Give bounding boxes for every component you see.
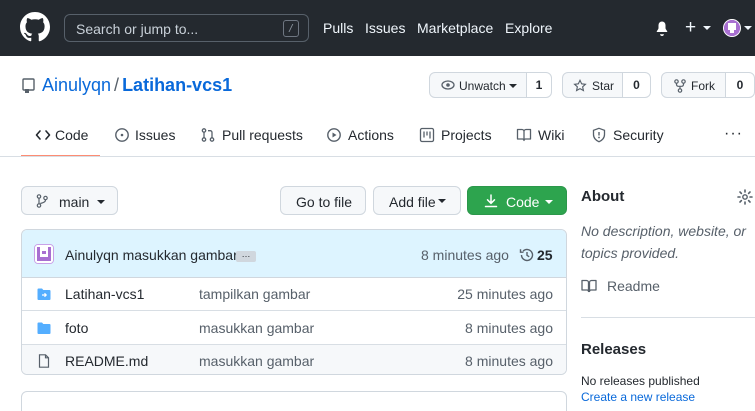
repo-breadcrumb: Ainulyqn / Latihan-vcs1 [42,75,232,96]
repo-name-link[interactable]: Latihan-vcs1 [122,75,232,95]
releases-heading[interactable]: Releases [581,341,646,358]
add-file-button[interactable]: Add file [373,186,461,215]
tab-wiki[interactable]: Wiki [538,127,564,143]
file-commit-message[interactable]: masukkan gambar [199,320,314,336]
file-icon [38,354,50,368]
fork-icon [674,79,686,93]
fork-label: Fork [691,79,715,93]
search-shortcut-key: / [283,20,299,37]
code-icon [35,130,51,140]
folder-icon [37,322,51,334]
tab-projects[interactable]: Projects [441,127,492,143]
nav-issues[interactable]: Issues [365,20,405,36]
chevron-down-icon [97,200,105,204]
create-release-link[interactable]: Create a new release [581,390,695,404]
file-commit-message[interactable]: tampilkan gambar [199,286,310,302]
identicon-icon [724,20,740,36]
about-description: No description, website, or topics provi… [581,223,746,261]
go-to-file-button[interactable]: Go to file [280,186,366,215]
file-commit-time: 8 minutes ago [465,353,553,369]
star-icon [573,79,587,92]
file-row[interactable]: foto masukkan gambar 8 minutes ago [22,312,566,345]
tabs-divider [0,156,755,157]
eye-icon [441,80,455,90]
file-name-link[interactable]: Latihan-vcs1 [65,286,144,302]
global-header: Search or jump to... / Pulls Issues Mark… [0,0,755,56]
commit-message[interactable]: masukkan gambar [123,247,238,263]
create-new-icon[interactable]: + [685,18,696,37]
commit-author-avatar[interactable] [34,244,54,264]
sidebar-divider [581,317,755,318]
user-avatar[interactable] [723,19,741,37]
search-input[interactable]: Search or jump to... / [64,14,309,42]
star-button[interactable]: Star [562,72,623,98]
chevron-down-icon [703,26,711,30]
shield-icon [592,127,606,143]
repo-owner-link[interactable]: Ainulyqn [42,75,111,95]
star-label: Star [592,79,615,93]
file-list: Ainulyqn masukkan gambar … 8 minutes ago… [21,229,567,375]
go-to-file-label: Go to file [296,194,353,210]
commit-summary[interactable]: Ainulyqn masukkan gambar [65,247,238,263]
tab-actions[interactable]: Actions [348,127,394,143]
book-icon [516,128,532,142]
file-commit-time: 8 minutes ago [465,320,553,336]
file-name-link[interactable]: foto [65,320,88,336]
about-heading: About [581,188,625,205]
file-name-link[interactable]: README.md [65,353,148,369]
tab-issues[interactable]: Issues [135,127,175,143]
bell-icon[interactable] [654,20,670,36]
github-logo-icon[interactable] [20,12,50,42]
file-commit-time: 25 minutes ago [457,286,553,302]
nav-marketplace[interactable]: Marketplace [417,20,493,36]
file-row[interactable]: Latihan-vcs1 tampilkan gambar 25 minutes… [22,278,566,311]
avatar-chevron-down-icon [744,26,752,30]
branch-name: main [59,194,90,210]
tab-code[interactable]: Code [55,127,88,143]
pull-request-icon [201,128,215,142]
readme-panel [21,391,567,411]
fork-count[interactable]: 0 [725,72,755,98]
star-count[interactable]: 0 [622,72,651,98]
nav-pulls[interactable]: Pulls [323,20,353,36]
submodule-icon [37,288,51,300]
commit-author-name[interactable]: Ainulyqn [65,247,119,263]
add-file-label: Add file [389,194,436,210]
repo-separator: / [114,75,120,95]
commit-expand-button[interactable]: … [236,250,256,262]
readme-link[interactable]: Readme [607,278,660,294]
issue-icon [115,128,129,142]
branch-select-button[interactable]: main [21,186,118,215]
play-icon [327,128,341,142]
nav-explore[interactable]: Explore [505,20,552,36]
unwatch-label: Unwatch [459,79,506,93]
latest-commit-bar: Ainulyqn masukkan gambar … 8 minutes ago… [22,230,566,278]
code-download-button[interactable]: Code [467,186,567,215]
more-tabs-icon[interactable]: ··· [724,125,743,143]
commit-count[interactable]: 25 [537,247,553,263]
repo-icon [22,78,35,93]
code-button-label: Code [506,194,540,210]
file-commit-message[interactable]: masukkan gambar [199,353,314,369]
file-row[interactable]: README.md masukkan gambar 8 minutes ago [22,345,566,374]
chevron-down-icon [545,200,553,204]
fork-button[interactable]: Fork [661,72,726,98]
branch-icon [36,194,48,208]
chevron-down-icon [438,199,446,203]
unwatch-button[interactable]: Unwatch [429,72,527,98]
tab-security[interactable]: Security [613,127,664,143]
identicon-icon [35,245,53,263]
chevron-down-icon [509,84,517,88]
download-icon [484,194,498,208]
watch-count[interactable]: 1 [526,72,552,98]
tab-pull-requests[interactable]: Pull requests [222,127,303,143]
history-icon [519,248,534,262]
project-icon [419,127,435,143]
book-icon [581,279,597,293]
gear-icon[interactable] [737,189,753,205]
no-releases-text: No releases published [581,374,700,388]
commit-time[interactable]: 8 minutes ago [421,247,509,263]
search-placeholder: Search or jump to... [76,21,199,37]
